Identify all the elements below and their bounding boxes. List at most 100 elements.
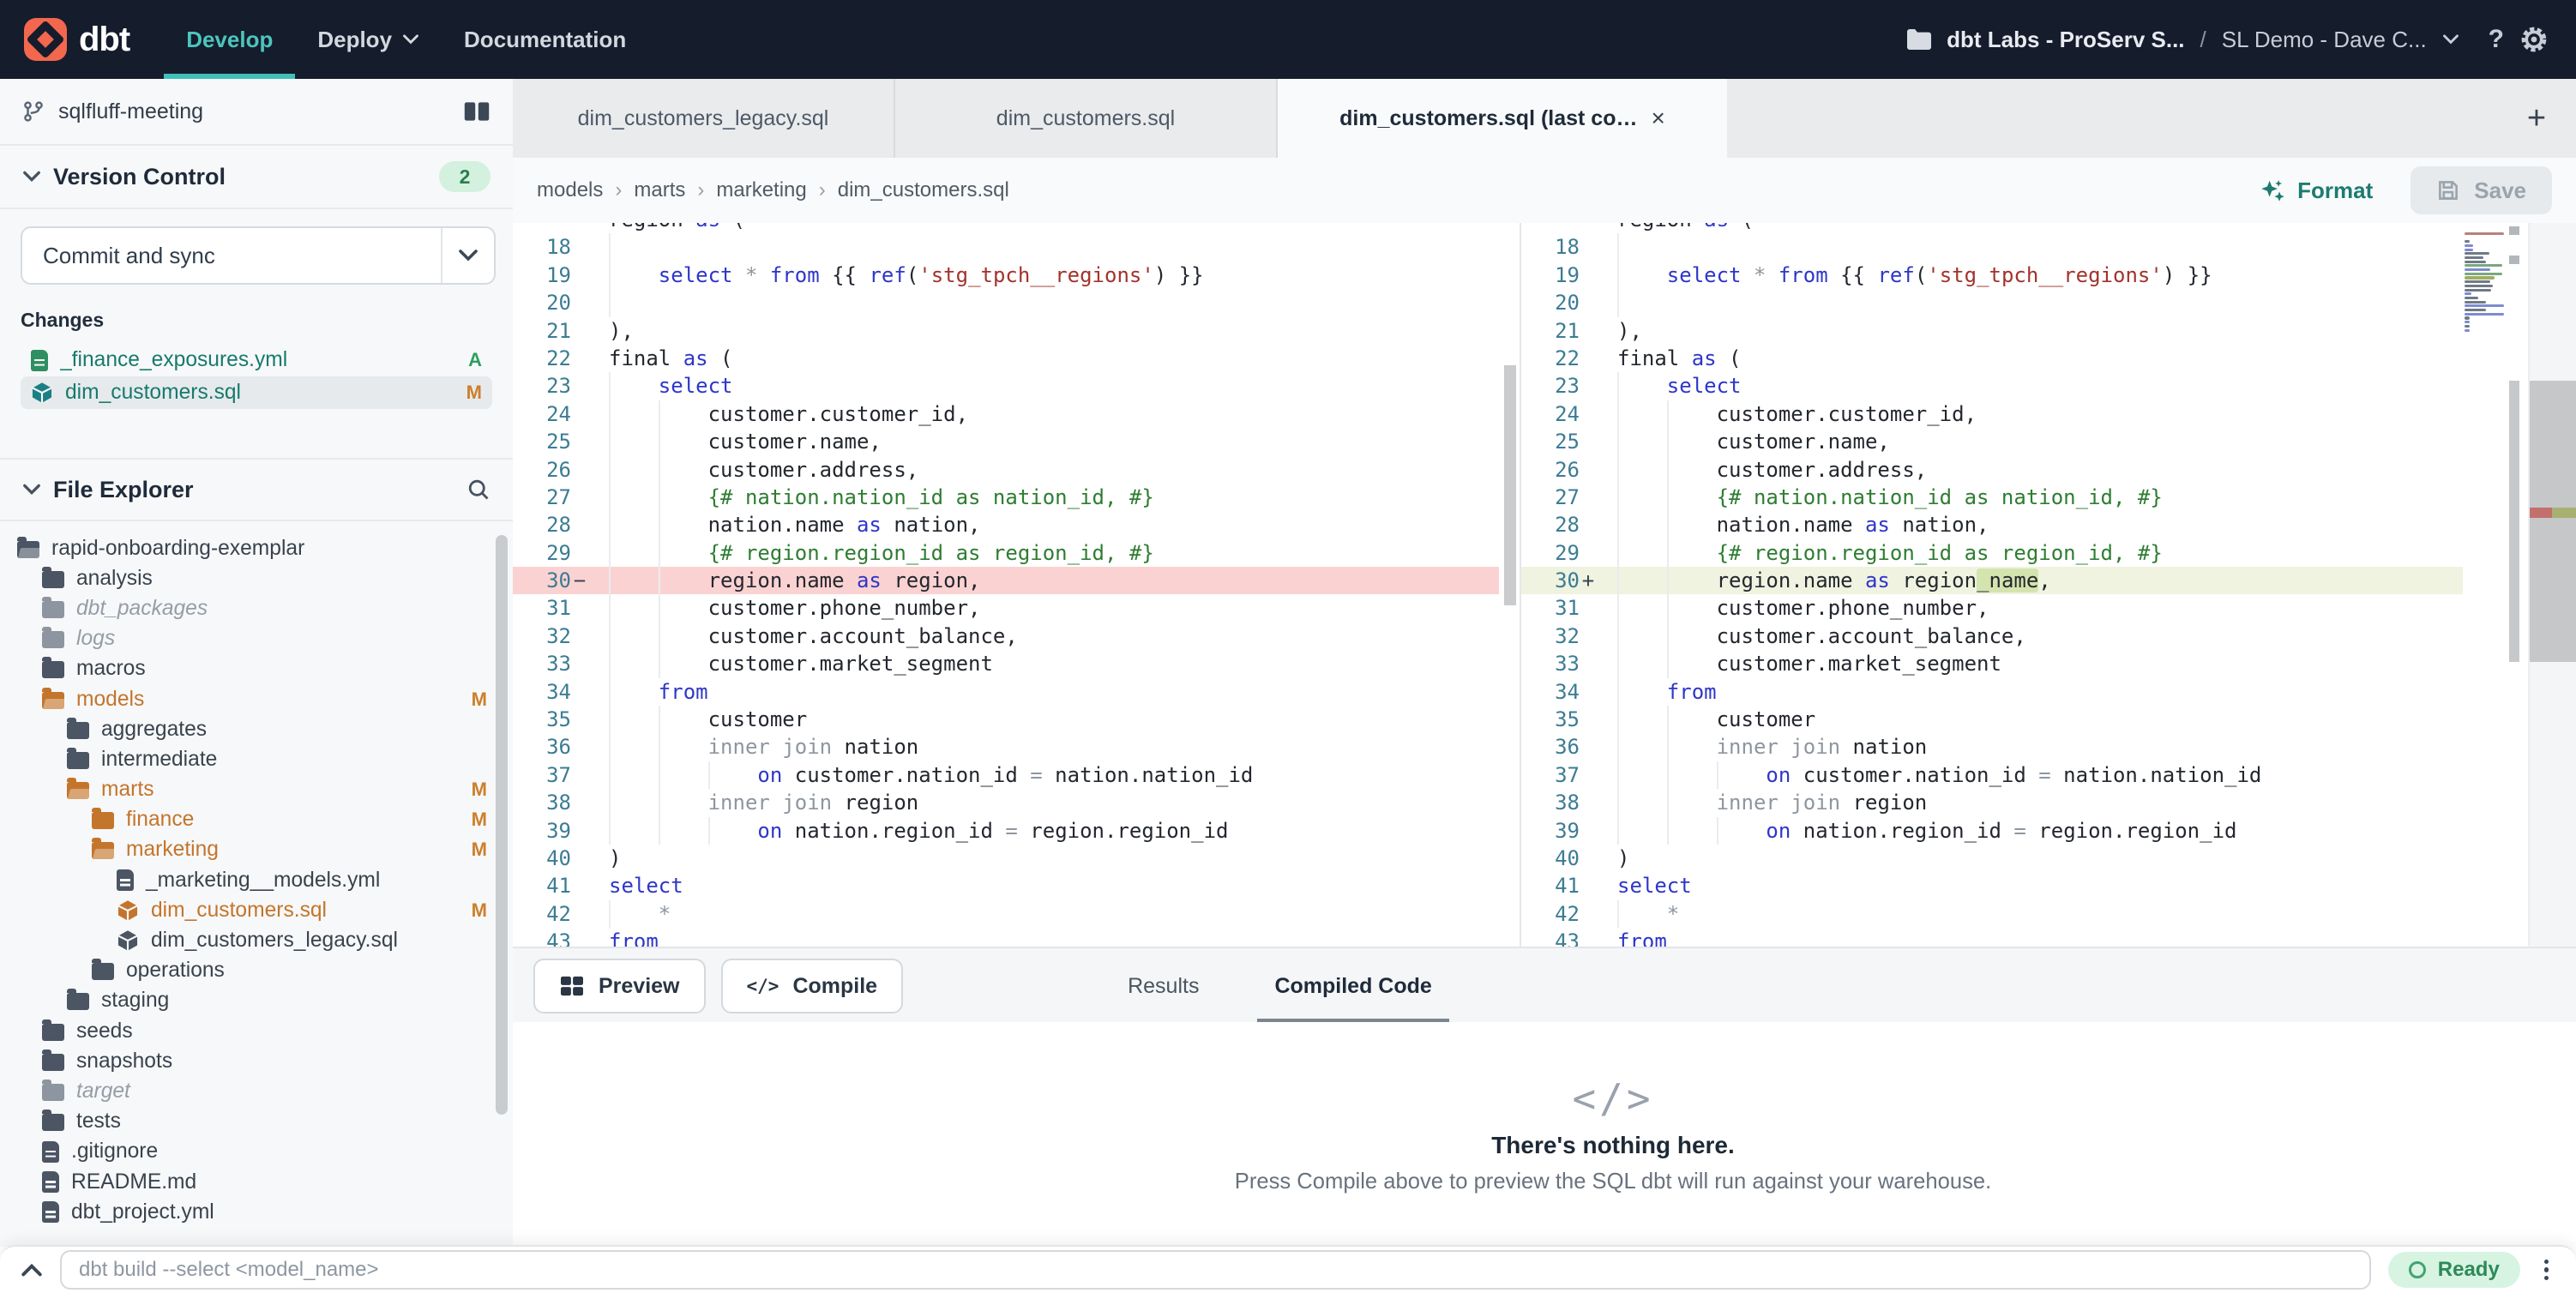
code-line-25[interactable]: 25 customer.name, <box>513 428 1499 455</box>
tab-compiled-code[interactable]: Compiled Code <box>1267 948 1438 1024</box>
code-line-20[interactable]: 20 <box>1521 289 2463 316</box>
tree-item-marketing[interactable]: marketingM <box>0 835 513 865</box>
code-line-22[interactable]: 22final as ( <box>1521 345 2463 372</box>
code-line-32[interactable]: 32 customer.account_balance, <box>1521 622 2463 650</box>
breadcrumb-item[interactable]: models <box>537 178 603 202</box>
code-line-21[interactable]: 21), <box>1521 317 2463 345</box>
editor-tab[interactable]: dim_customers_legacy.sql <box>513 79 895 158</box>
code-line-26[interactable]: 26 customer.address, <box>513 456 1499 484</box>
code-line-32[interactable]: 32 customer.account_balance, <box>513 622 1499 650</box>
tree-item-dbt_project.yml[interactable]: dbt_project.yml <box>0 1197 513 1227</box>
tree-item-finance[interactable]: financeM <box>0 805 513 835</box>
minimap[interactable] <box>2465 228 2506 348</box>
code-line-20[interactable]: 20 <box>513 289 1499 316</box>
code-line-19[interactable]: 19 select * from {{ ref('stg_tpch__regio… <box>1521 262 2463 289</box>
code-line-31[interactable]: 31 customer.phone_number, <box>513 594 1499 622</box>
code-line-42[interactable]: 42 * <box>513 900 1499 928</box>
new-tab-button[interactable]: + <box>2497 79 2576 158</box>
code-line-24[interactable]: 24 customer.customer_id, <box>513 400 1499 428</box>
tree-item-marts[interactable]: martsM <box>0 775 513 805</box>
code-line-40[interactable]: 40) <box>513 845 1499 872</box>
code-line-27[interactable]: 27 {# nation.nation_id as nation_id, #} <box>1521 484 2463 511</box>
dbt-logo[interactable]: dbt <box>24 18 129 61</box>
code-line-39[interactable]: 39 on nation.region_id = region.region_i… <box>1521 817 2463 845</box>
account-name[interactable]: dbt Labs - ProServ S... <box>1947 27 2184 53</box>
right-scrollbar-thumb[interactable] <box>2509 381 2519 662</box>
code-line-41[interactable]: 41select <box>513 872 1499 899</box>
code-line-26[interactable]: 26 customer.address, <box>1521 456 2463 484</box>
tree-item-aggregates[interactable]: aggregates <box>0 714 513 744</box>
code-line-43[interactable]: 43from <box>513 928 1499 947</box>
collapse-chevron-up-icon[interactable] <box>21 1262 43 1278</box>
tree-item-logs[interactable]: logs <box>0 624 513 654</box>
tree-item-tests[interactable]: tests <box>0 1107 513 1137</box>
tree-item-models[interactable]: modelsM <box>0 684 513 714</box>
code-line-29[interactable]: 29 {# region.region_id as region_id, #} <box>1521 539 2463 567</box>
tree-item-snapshots[interactable]: snapshots <box>0 1046 513 1076</box>
nav-develop[interactable]: Develop <box>164 0 295 79</box>
tree-item-dim_customers_legacy.sql[interactable]: dim_customers_legacy.sql <box>0 925 513 955</box>
tab-results[interactable]: Results <box>1121 948 1206 1024</box>
breadcrumb-item[interactable]: marketing <box>716 178 806 202</box>
left-pane-scrollbar[interactable] <box>1504 365 1516 605</box>
tree-item-analysis[interactable]: analysis <box>0 563 513 593</box>
branch-name[interactable]: sqlfluff-meeting <box>58 99 449 124</box>
tree-item-README.md[interactable]: README.md <box>0 1167 513 1197</box>
code-line-22[interactable]: 22final as ( <box>513 345 1499 372</box>
code-line-37[interactable]: 37 on customer.nation_id = nation.nation… <box>1521 761 2463 789</box>
file-explorer-header[interactable]: File Explorer <box>0 458 513 521</box>
help-icon[interactable]: ? <box>2489 25 2504 54</box>
commit-options-chevron-down-icon[interactable] <box>441 228 494 283</box>
code-line-33[interactable]: 33 customer.market_segment <box>513 650 1499 677</box>
format-button[interactable]: Format <box>2260 177 2373 204</box>
save-button[interactable]: Save <box>2410 166 2552 214</box>
code-line-31[interactable]: 31 customer.phone_number, <box>1521 594 2463 622</box>
code-line-36[interactable]: 36 inner join nation <box>1521 733 2463 761</box>
code-line-30[interactable]: 30− region.name as region, <box>513 567 1499 594</box>
code-line-43[interactable]: 43from <box>1521 928 2463 947</box>
code-line-35[interactable]: 35 customer <box>513 706 1499 733</box>
change-item[interactable]: _finance_exposures.ymlA <box>21 344 492 376</box>
preview-button[interactable]: Preview <box>533 959 706 1013</box>
code-line-40[interactable]: 40) <box>1521 845 2463 872</box>
breadcrumb-item[interactable]: marts <box>634 178 685 202</box>
code-line-38[interactable]: 38 inner join region <box>513 789 1499 816</box>
compile-button[interactable]: </> Compile <box>721 959 904 1013</box>
code-line-30[interactable]: 30+ region.name as region_name, <box>1521 567 2463 594</box>
tree-item-rapid-onboarding-exemplar[interactable]: rapid-onboarding-exemplar <box>0 533 513 563</box>
code-line-34[interactable]: 34 from <box>1521 678 2463 706</box>
code-line-21[interactable]: 21), <box>513 317 1499 345</box>
code-line-23[interactable]: 23 select <box>513 372 1499 400</box>
nav-deploy[interactable]: Deploy <box>295 0 442 79</box>
tree-item-target[interactable]: target <box>0 1076 513 1106</box>
code-line-34[interactable]: 34 from <box>513 678 1499 706</box>
code-line-24[interactable]: 24 customer.customer_id, <box>1521 400 2463 428</box>
code-line-33[interactable]: 33 customer.market_segment <box>1521 650 2463 677</box>
code-line-27[interactable]: 27 {# nation.nation_id as nation_id, #} <box>513 484 1499 511</box>
gear-icon[interactable] <box>2519 25 2549 54</box>
code-line-28[interactable]: 28 nation.name as nation, <box>513 511 1499 538</box>
code-line-36[interactable]: 36 inner join nation <box>513 733 1499 761</box>
change-item[interactable]: dim_customers.sqlM <box>21 376 492 409</box>
code-line-19[interactable]: 19 select * from {{ ref('stg_tpch__regio… <box>513 262 1499 289</box>
code-line-18[interactable]: 18 <box>513 233 1499 261</box>
code-line-18[interactable]: 18 <box>1521 233 2463 261</box>
code-line-35[interactable]: 35 customer <box>1521 706 2463 733</box>
tree-item-operations[interactable]: operations <box>0 956 513 986</box>
editor-tab[interactable]: dim_customers.sql <box>895 79 1278 158</box>
tree-item-staging[interactable]: staging <box>0 986 513 1016</box>
code-line-38[interactable]: 38 inner join region <box>1521 789 2463 816</box>
tree-item-_marketing__models.yml[interactable]: _marketing__models.yml <box>0 865 513 895</box>
kebab-menu-icon[interactable] <box>2537 1256 2555 1284</box>
code-line-28[interactable]: 28 nation.name as nation, <box>1521 511 2463 538</box>
tree-item-dbt_packages[interactable]: dbt_packages <box>0 593 513 623</box>
tree-item-seeds[interactable]: seeds <box>0 1016 513 1046</box>
code-line-23[interactable]: 23 select <box>1521 372 2463 400</box>
tree-item-.gitignore[interactable]: .gitignore <box>0 1137 513 1167</box>
docs-book-icon[interactable] <box>463 100 491 123</box>
code-line-37[interactable]: 37 on customer.nation_id = nation.nation… <box>513 761 1499 789</box>
tree-item-dim_customers.sql[interactable]: dim_customers.sqlM <box>0 895 513 925</box>
code-line-41[interactable]: 41select <box>1521 872 2463 899</box>
close-tab-icon[interactable]: × <box>1651 105 1664 132</box>
right-pane-scrollbar[interactable] <box>2509 223 2519 947</box>
